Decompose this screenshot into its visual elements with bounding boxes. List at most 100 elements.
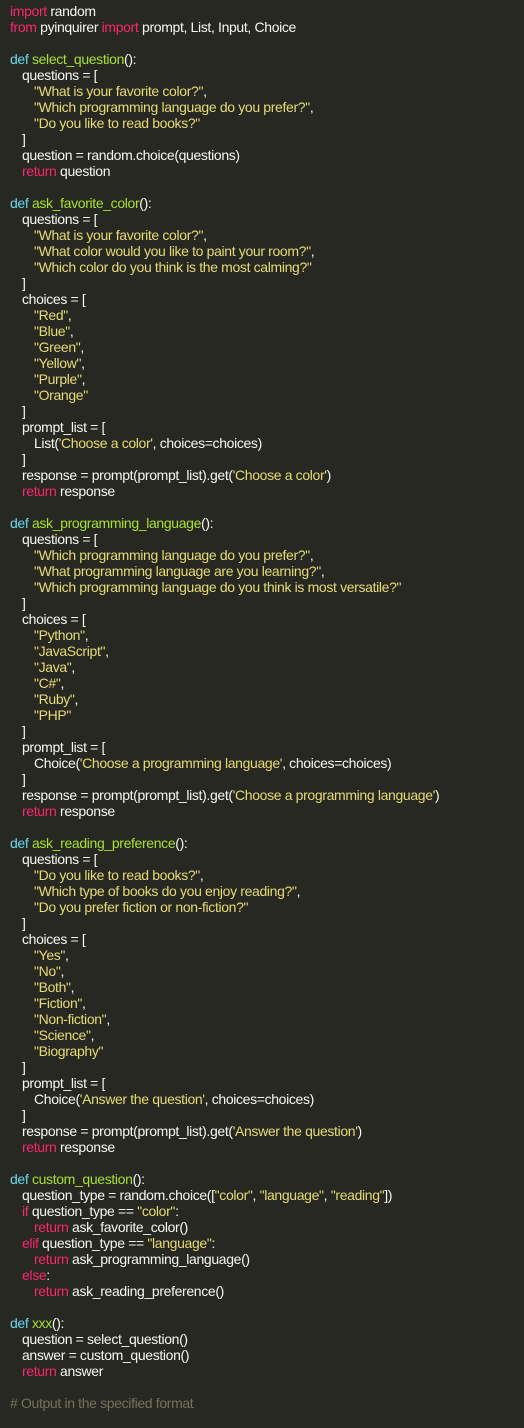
code-line: "Blue", — [10, 323, 524, 339]
code-string: "Science" — [34, 1027, 91, 1043]
code-keyword: return — [22, 483, 57, 499]
code-string: "Yes" — [34, 947, 66, 963]
code-line: question = random.choice(questions) — [10, 147, 524, 163]
code-string: "Which programming language do you prefe… — [34, 547, 310, 563]
code-string: 'Choose a programming language' — [232, 787, 436, 803]
code-text: , — [309, 99, 314, 115]
code-text: (): — [201, 515, 214, 531]
code-text: List( — [34, 435, 59, 451]
code-text: response = prompt(prompt_list).get( — [22, 787, 233, 803]
code-def-keyword: def — [10, 51, 29, 67]
code-text: ) — [357, 1123, 363, 1139]
code-text: response = prompt(prompt_list).get( — [22, 1123, 233, 1139]
code-text: (): — [175, 835, 188, 851]
code-line: "Which programming language do you prefe… — [10, 547, 524, 563]
code-text: question = select_question() — [22, 1331, 188, 1347]
code-text: , — [90, 1027, 95, 1043]
code-string: "Python" — [34, 627, 85, 643]
code-line: # Output in the specified format — [10, 1395, 524, 1411]
code-line: questions = [ — [10, 851, 524, 867]
code-string: 'Answer the question' — [232, 1123, 358, 1139]
code-line: "C#", — [10, 675, 524, 691]
code-line: "PHP" — [10, 707, 524, 723]
code-def-keyword: def — [10, 835, 29, 851]
code-string: "Do you like to read books?" — [34, 867, 200, 883]
code-line: "Which type of books do you enjoy readin… — [10, 883, 524, 899]
code-text: question = random.choice(questions) — [22, 147, 240, 163]
code-line: response = prompt(prompt_list).get('Choo… — [10, 787, 524, 803]
code-string: "C#" — [34, 675, 61, 691]
code-keyword: return — [22, 1139, 57, 1155]
code-text: : — [211, 1235, 216, 1251]
code-line: prompt_list = [ — [10, 739, 524, 755]
code-text: choices = [ — [22, 611, 86, 627]
code-line: choices = [ — [10, 931, 524, 947]
code-editor[interactable]: import random from pyinquirer import prom… — [0, 0, 524, 1428]
code-line: prompt_list = [ — [10, 1075, 524, 1091]
code-line: "Biography" — [10, 1043, 524, 1059]
code-text: , — [67, 307, 72, 323]
code-keyword: from — [10, 19, 37, 35]
code-string: 'Answer the question' — [79, 1091, 205, 1107]
code-line: "Do you like to read books?", — [10, 867, 524, 883]
code-text: ] — [22, 595, 26, 611]
code-function-name: select_question — [31, 51, 125, 67]
code-string: "Which programming language do you prefe… — [34, 99, 310, 115]
code-line: ] — [10, 771, 524, 787]
code-line: ] — [10, 1107, 524, 1123]
code-string: "No" — [34, 963, 61, 979]
code-line: def custom_question(): — [10, 1171, 524, 1187]
code-text: question — [56, 163, 111, 179]
code-string: "What is your favorite color?" — [34, 227, 204, 243]
code-line: ] — [10, 275, 524, 291]
code-text: , — [323, 1187, 331, 1203]
code-text: question_type = random.choice([ — [22, 1187, 215, 1203]
code-line: "Purple", — [10, 371, 524, 387]
code-line: "What programming language are you learn… — [10, 563, 524, 579]
code-function-name: xxx — [31, 1315, 52, 1331]
code-keyword: elif — [22, 1235, 39, 1251]
code-text: , — [203, 227, 207, 243]
code-text: question_type == — [38, 1235, 148, 1251]
code-string: "Blue" — [34, 323, 70, 339]
code-string: "Java" — [34, 659, 72, 675]
code-line: "Non-fiction", — [10, 1011, 524, 1027]
code-text: , — [65, 947, 69, 963]
code-line: elif question_type == "language": — [10, 1235, 524, 1251]
code-text: , — [203, 83, 207, 99]
code-text: ] — [22, 1107, 26, 1123]
code-line: "Which programming language do you think… — [10, 579, 524, 595]
code-line: questions = [ — [10, 211, 524, 227]
code-keyword: return — [22, 803, 57, 819]
code-string: "Yellow" — [34, 355, 82, 371]
code-text: , — [60, 963, 64, 979]
code-line: Choice('Choose a programming language', … — [10, 755, 524, 771]
code-line: ] — [10, 131, 524, 147]
code-text: prompt_list = [ — [22, 739, 106, 755]
code-line: "What is your favorite color?", — [10, 227, 524, 243]
code-string: "Fiction" — [34, 995, 83, 1011]
code-string: "Both" — [34, 979, 71, 995]
code-text: , — [106, 1011, 110, 1027]
code-string: "Green" — [34, 339, 81, 355]
code-text: ] — [22, 915, 26, 931]
code-text: , — [310, 243, 315, 259]
code-line: List('Choose a color', choices=choices) — [10, 435, 524, 451]
code-text: response — [56, 483, 115, 499]
code-string: "Do you like to read books?" — [34, 115, 200, 131]
code-line: from pyinquirer import prompt, List, Inp… — [10, 19, 524, 35]
code-line: ] — [10, 403, 524, 419]
code-text: , — [84, 627, 89, 643]
code-string: "Red" — [34, 307, 68, 323]
code-line: choices = [ — [10, 611, 524, 627]
code-text: prompt, List, Input, Choice — [138, 19, 296, 35]
code-line: "What color would you like to paint your… — [10, 243, 524, 259]
code-line: "No", — [10, 963, 524, 979]
code-line: questions = [ — [10, 67, 524, 83]
